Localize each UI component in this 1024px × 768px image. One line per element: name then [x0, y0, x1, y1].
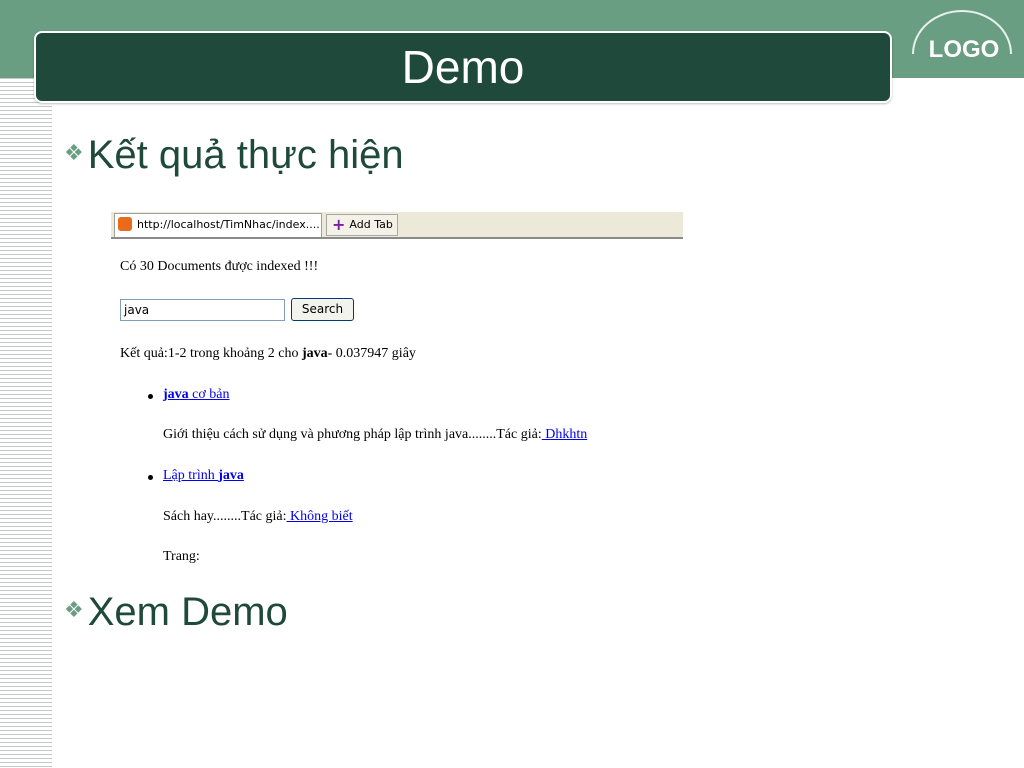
favicon-icon	[118, 217, 132, 231]
bullet-demo: ❖ Xem Demo	[64, 588, 288, 638]
result-summary: Kết quả:1-2 trong khoảng 2 cho java- 0.0…	[120, 346, 416, 362]
result-desc-2-text: Sách hay........Tác giả:	[163, 509, 287, 524]
bullet-results: ❖ Kết quả thực hiện	[64, 131, 404, 181]
search-input[interactable]: java	[120, 299, 285, 321]
document-count-text: Có 30 Documents được indexed !!!	[120, 259, 319, 274]
bullet-demo-text: Xem Demo	[87, 590, 288, 634]
result-link-2[interactable]: Lập trình java	[163, 468, 244, 484]
browser-tab-title: http://localhost/TimNhac/index....	[137, 218, 320, 231]
result-link-2-bold: java	[218, 468, 244, 483]
result-link-1-text: cơ bản	[188, 387, 230, 402]
result-summary-prefix: Kết quả:1-2 trong khoảng 2 cho	[120, 346, 302, 361]
browser-screenshot: http://localhost/TimNhac/index.... + Add …	[111, 212, 683, 574]
add-tab-button[interactable]: + Add Tab	[326, 214, 398, 236]
list-bullet	[148, 475, 153, 480]
slide-title: Demo	[401, 41, 525, 93]
author-link-1[interactable]: Dhkhtn	[542, 427, 587, 442]
diamond-bullet-icon: ❖	[64, 597, 84, 623]
browser-tab-bar: http://localhost/TimNhac/index.... + Add …	[111, 212, 683, 239]
search-button[interactable]: Search	[291, 298, 354, 321]
result-link-2-text: Lập trình	[163, 468, 219, 483]
result-link-1-anchor[interactable]: java cơ bản	[163, 387, 230, 402]
browser-tab[interactable]: http://localhost/TimNhac/index....	[114, 213, 322, 237]
result-desc-1-text: Giới thiệu cách sử dụng và phương pháp l…	[163, 427, 542, 442]
decorative-stripes	[0, 78, 52, 768]
result-link-2-anchor[interactable]: Lập trình java	[163, 468, 244, 483]
result-summary-suffix: - 0.037947 giây	[327, 346, 416, 361]
bullet-results-text: Kết quả thực hiện	[87, 133, 404, 177]
result-query: java	[301, 346, 328, 361]
result-desc-2: Sách hay........Tác giả: Không biết	[163, 509, 353, 525]
paging-label: Trang:	[163, 549, 200, 564]
diamond-bullet-icon: ❖	[64, 140, 84, 166]
logo: LOGO	[928, 36, 1000, 63]
result-link-1[interactable]: java cơ bản	[163, 387, 230, 403]
title-bar: Demo	[34, 31, 892, 103]
result-desc-1: Giới thiệu cách sử dụng và phương pháp l…	[163, 427, 587, 443]
result-link-1-bold: java	[163, 387, 189, 402]
add-tab-label: Add Tab	[349, 218, 393, 231]
author-link-2[interactable]: Không biết	[287, 509, 353, 524]
list-bullet	[148, 394, 153, 399]
plus-icon: +	[332, 215, 346, 234]
